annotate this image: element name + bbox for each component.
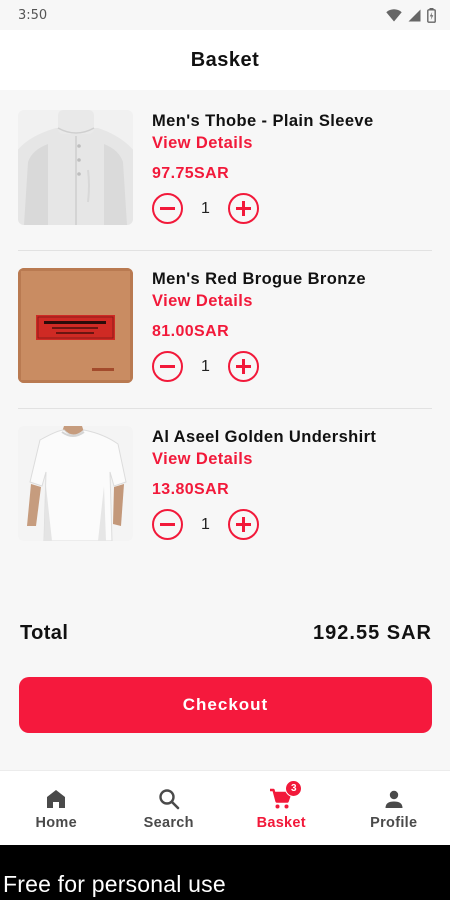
home-icon: [47, 790, 66, 808]
decrease-quantity-button[interactable]: [152, 193, 183, 224]
increase-quantity-button[interactable]: [228, 351, 259, 382]
quantity-stepper: 1: [152, 193, 259, 224]
basket-list: Men's Thobe - Plain Sleeve View Details …: [0, 92, 450, 566]
signal-icon: [408, 9, 421, 21]
view-details-link[interactable]: View Details: [152, 292, 253, 311]
quantity-value: 1: [201, 199, 210, 217]
app-header: Basket: [0, 30, 450, 90]
product-price: 81.00SAR: [152, 323, 230, 340]
product-price: 97.75SAR: [152, 165, 230, 182]
bottom-nav: Home Search 3 Basket Profile: [0, 770, 450, 845]
product-name: Men's Red Brogue Bronze: [152, 270, 366, 288]
quantity-value: 1: [201, 515, 210, 533]
nav-label: Home: [35, 815, 77, 831]
increase-quantity-button[interactable]: [228, 509, 259, 540]
total-value: 192.55 SAR: [313, 622, 432, 644]
product-price: 13.80SAR: [152, 481, 230, 498]
checkout-button[interactable]: Checkout: [19, 677, 432, 733]
total-row: Total 192.55 SAR: [20, 622, 432, 645]
person-icon: [385, 790, 403, 808]
status-time: 3:50: [18, 7, 48, 23]
search-icon: [159, 789, 180, 810]
total-label: Total: [20, 622, 69, 644]
product-name: Al Aseel Golden Undershirt: [152, 428, 377, 446]
cart-count-badge: 3: [285, 780, 303, 797]
increase-quantity-button[interactable]: [228, 193, 259, 224]
decrease-quantity-button[interactable]: [152, 509, 183, 540]
cart-icon-wrapper: 3: [269, 780, 303, 811]
product-image-thobe[interactable]: [18, 110, 133, 225]
nav-item-search[interactable]: Search: [113, 771, 226, 845]
status-icons: [386, 7, 436, 23]
basket-item: Men's Thobe - Plain Sleeve View Details …: [0, 92, 450, 250]
status-bar: 3:50: [0, 0, 450, 30]
watermark-bar: Free for personal use: [0, 845, 450, 900]
quantity-stepper: 1: [152, 351, 259, 382]
nav-label: Profile: [370, 815, 418, 831]
basket-item: Al Aseel Golden Undershirt View Details …: [0, 408, 450, 566]
view-details-link[interactable]: View Details: [152, 450, 253, 469]
decrease-quantity-button[interactable]: [152, 351, 183, 382]
quantity-value: 1: [201, 357, 210, 375]
wifi-icon: [386, 8, 402, 21]
view-details-link[interactable]: View Details: [152, 134, 253, 153]
nav-label: Search: [143, 815, 194, 831]
product-image-undershirt[interactable]: [18, 426, 133, 541]
nav-item-profile[interactable]: Profile: [338, 771, 450, 845]
page-title: Basket: [190, 48, 260, 71]
watermark-text: Free for personal use: [3, 871, 226, 897]
nav-label: Basket: [256, 815, 306, 831]
nav-item-home[interactable]: Home: [0, 771, 113, 845]
basket-item: Men's Red Brogue Bronze View Details 81.…: [0, 250, 450, 408]
quantity-stepper: 1: [152, 509, 259, 540]
product-name: Men's Thobe - Plain Sleeve: [152, 112, 374, 130]
battery-icon: [427, 7, 436, 23]
product-image-brogue[interactable]: [18, 268, 133, 383]
nav-item-basket[interactable]: 3 Basket: [225, 771, 338, 845]
